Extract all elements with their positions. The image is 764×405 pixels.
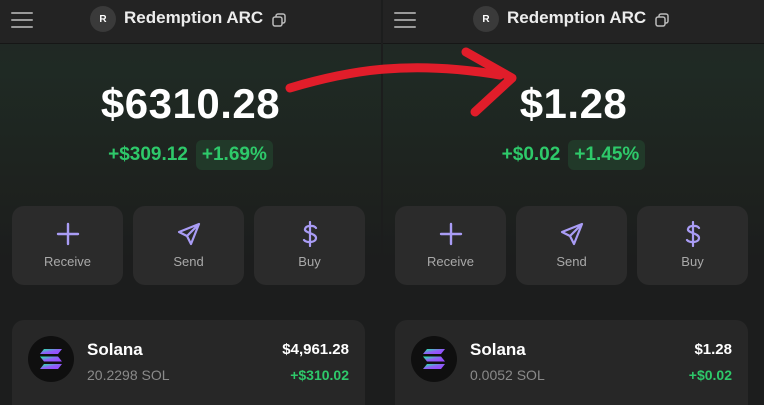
solana-logo-icon xyxy=(28,336,74,382)
send-icon xyxy=(560,222,583,246)
token-row-solana[interactable]: Solana 0.0052 SOL $1.28 +$0.02 xyxy=(395,320,748,405)
token-name: Solana xyxy=(87,340,143,359)
token-change: +$0.02 xyxy=(688,367,732,383)
copy-icon[interactable] xyxy=(272,13,286,27)
hamburger-menu-icon[interactable] xyxy=(394,11,416,29)
receive-label: Receive xyxy=(427,254,474,269)
account-name[interactable]: Redemption ARC xyxy=(124,8,263,28)
hamburger-menu-icon[interactable] xyxy=(11,11,33,29)
token-name: Solana xyxy=(470,340,526,359)
action-buttons: Receive Send Buy xyxy=(12,206,365,285)
token-value: $1.28 xyxy=(694,341,732,358)
copy-icon[interactable] xyxy=(655,13,669,27)
top-bar: R Redemption ARC xyxy=(0,0,381,44)
receive-button[interactable]: Receive xyxy=(12,206,123,285)
buy-label: Buy xyxy=(298,254,321,269)
send-button[interactable]: Send xyxy=(516,206,627,285)
plus-icon xyxy=(439,222,462,246)
change-percent-badge: +1.45% xyxy=(568,140,646,170)
wallet-screen-before: R Redemption ARC $6310.28 +$309.12 +1.69… xyxy=(0,0,381,405)
action-buttons: Receive Send Buy xyxy=(395,206,748,285)
send-label: Send xyxy=(556,254,587,269)
total-balance: $6310.28 xyxy=(100,80,281,127)
send-icon xyxy=(177,222,200,246)
plus-icon xyxy=(56,222,79,246)
buy-label: Buy xyxy=(681,254,704,269)
change-amount: +$309.12 xyxy=(108,144,188,165)
balance-change: +$0.02 +1.45% xyxy=(383,140,764,170)
change-percent-badge: +1.69% xyxy=(195,140,273,170)
token-change: +$310.02 xyxy=(290,367,349,383)
receive-label: Receive xyxy=(44,254,91,269)
top-bar: R Redemption ARC xyxy=(383,0,764,44)
dollar-icon xyxy=(685,221,700,247)
wallet-screen-after: R Redemption ARC $1.28 +$0.02 +1.45% Rec… xyxy=(383,0,764,405)
total-balance: $1.28 xyxy=(519,80,628,127)
buy-button[interactable]: Buy xyxy=(254,206,365,285)
account-avatar[interactable]: R xyxy=(90,6,116,32)
send-label: Send xyxy=(173,254,204,269)
token-quantity: 20.2298 SOL xyxy=(87,367,170,383)
token-quantity: 0.0052 SOL xyxy=(470,367,545,383)
dollar-icon xyxy=(302,221,317,247)
account-avatar[interactable]: R xyxy=(473,6,499,32)
token-row-solana[interactable]: Solana 20.2298 SOL $4,961.28 +$310.02 xyxy=(12,320,365,405)
solana-logo-icon xyxy=(411,336,457,382)
balance-change: +$309.12 +1.69% xyxy=(0,140,381,170)
buy-button[interactable]: Buy xyxy=(637,206,748,285)
send-button[interactable]: Send xyxy=(133,206,244,285)
receive-button[interactable]: Receive xyxy=(395,206,506,285)
change-amount: +$0.02 xyxy=(501,144,561,165)
account-name[interactable]: Redemption ARC xyxy=(507,8,646,28)
token-value: $4,961.28 xyxy=(282,341,349,358)
